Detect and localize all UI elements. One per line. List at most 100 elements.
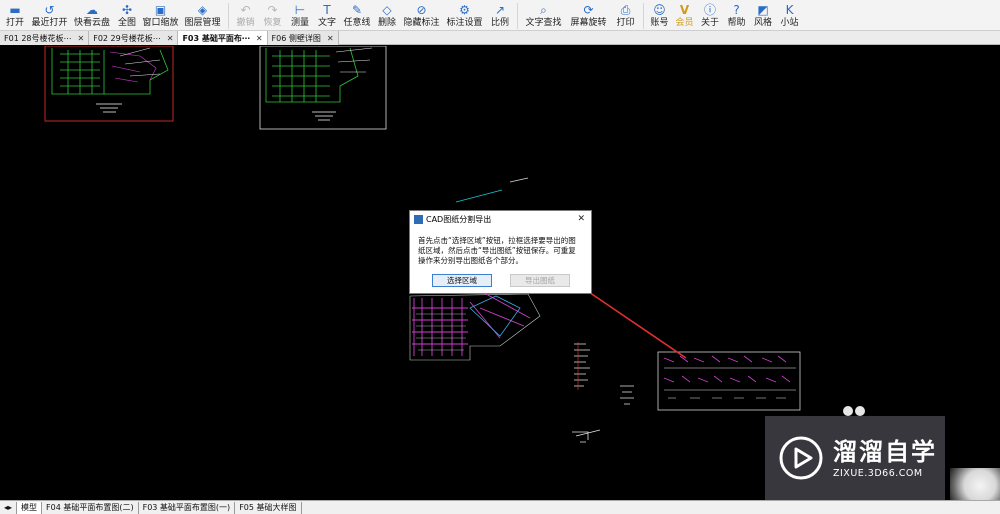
toolbar-button-label: 窗口缩放 bbox=[142, 18, 179, 28]
toolbar-button-6[interactable]: ◈ 图层管理 bbox=[180, 0, 225, 31]
layout-nav-arrows[interactable]: ◂▸ bbox=[0, 501, 18, 514]
toolbar-button-label: 删除 bbox=[377, 18, 396, 28]
main-toolbar: ▬ 打开 ↺ 最近打开 ☁ 快看云盘 ✣ 全图 ▣ 窗口缩放 ◈ 图层管理 ↶ 撤销 ↷ 恢复 ⊢ 测量 T 文字 ✎ 任… bbox=[0, 0, 1000, 31]
vip-icon: V bbox=[679, 3, 690, 17]
fit-all-icon: ✣ bbox=[121, 3, 133, 17]
scale-icon: ↗ bbox=[494, 3, 506, 17]
toolbar-button-22[interactable]: ? 帮助 bbox=[723, 0, 750, 31]
toolbar-button-12[interactable]: ◇ 删除 bbox=[374, 0, 400, 31]
tab-f06[interactable]: F06 侧壁详图 ✕ bbox=[267, 31, 339, 45]
toolbar-button-5[interactable]: ▣ 窗口缩放 bbox=[141, 0, 180, 31]
hide-annotation-icon: ⊘ bbox=[416, 3, 427, 17]
user-icon: ☺ bbox=[653, 3, 666, 17]
detail-sheet bbox=[657, 351, 801, 411]
toolbar-button-17[interactable]: ⟳ 屏幕旋转 bbox=[566, 0, 611, 31]
toolbar-button-2[interactable]: ↺ 最近打开 bbox=[28, 0, 71, 31]
text-icon: T bbox=[323, 3, 331, 17]
layout-tab-f03[interactable]: F03 基础平面布置图(一) bbox=[139, 501, 236, 514]
toolbar-button-label: 撤销 bbox=[236, 18, 255, 28]
toolbar-button-label: 快看云盘 bbox=[73, 18, 110, 28]
tab-label: F06 侧壁详图 bbox=[271, 33, 321, 43]
toolbar-button-13[interactable]: ⊘ 隐藏标注 bbox=[400, 0, 443, 31]
dialog-titlebar: CAD图纸分割导出 bbox=[410, 211, 591, 228]
toolbar-button-label: 帮助 bbox=[727, 18, 746, 28]
history-icon: ↺ bbox=[44, 3, 55, 17]
toolbar-button-11[interactable]: ✎ 任意线 bbox=[340, 0, 374, 31]
toolbar-button-24[interactable]: K 小站 bbox=[776, 0, 803, 31]
window-zoom-icon: ▣ bbox=[154, 3, 167, 17]
toolbar-button-label: 风格 bbox=[753, 18, 772, 28]
help-icon: ? bbox=[733, 3, 740, 17]
layout-tab-model[interactable]: 模型 bbox=[17, 501, 43, 514]
layout-tabs: ◂▸ 模型 F04 基础平面布置图(二) F03 基础平面布置图(一) F05 … bbox=[0, 500, 1000, 514]
tab-f01[interactable]: F01 28号楼花板⋯ ✕ bbox=[0, 31, 90, 45]
layout-tab-f05[interactable]: F05 基础大样图 bbox=[235, 501, 302, 514]
toolbar-button-20[interactable]: V 会员 bbox=[672, 0, 697, 31]
toolbar-button-label: 账号 bbox=[650, 18, 669, 28]
toolbar-button-3[interactable]: ☁ 快看云盘 bbox=[71, 0, 113, 31]
toolbar-button-label: 比例 bbox=[490, 18, 509, 28]
main-floor-plan bbox=[409, 293, 541, 361]
tab-f02[interactable]: F02 29号楼花板⋯ ✕ bbox=[89, 31, 179, 45]
toolbar-button-19[interactable]: ☺ 账号 bbox=[647, 0, 672, 31]
layers-icon: ◈ bbox=[197, 3, 208, 17]
play-logo-icon bbox=[779, 436, 823, 480]
printer-icon: ⎙ bbox=[620, 3, 631, 17]
pencil-icon: ✎ bbox=[351, 3, 363, 17]
toolbar-separator bbox=[643, 3, 644, 29]
toolbar-button-label: 文字查找 bbox=[525, 18, 562, 28]
toolbar-separator bbox=[228, 3, 229, 29]
detail-cluster-2 bbox=[572, 385, 634, 443]
close-icon[interactable]: ✕ bbox=[167, 32, 174, 45]
toolbar-button-label: 全图 bbox=[117, 18, 136, 28]
dialog-title: CAD图纸分割导出 bbox=[426, 215, 492, 224]
split-export-dialog: CAD图纸分割导出 ✕ 首先点击“选择区域”按钮，拉框选择要导出的图纸区域，然后… bbox=[409, 210, 592, 294]
tab-label: F02 29号楼花板⋯ bbox=[93, 33, 161, 43]
close-icon[interactable]: ✕ bbox=[78, 32, 85, 45]
watermark-name: 溜溜自学 bbox=[833, 437, 937, 466]
toolbar-button-label: 屏幕旋转 bbox=[570, 18, 607, 28]
tab-label: F01 28号楼花板⋯ bbox=[4, 33, 72, 43]
watermark-url: ZIXUE.3D66.COM bbox=[833, 467, 923, 479]
toolbar-button-label: 文字 bbox=[317, 18, 336, 28]
close-icon[interactable]: ✕ bbox=[327, 32, 334, 45]
close-icon[interactable]: ✕ bbox=[577, 214, 585, 224]
toolbar-button-23[interactable]: ◩ 风格 bbox=[750, 0, 776, 31]
drawing-thumbnail-1 bbox=[44, 45, 174, 122]
toolbar-button-9[interactable]: ⊢ 测量 bbox=[286, 0, 314, 31]
select-area-button[interactable]: 选择区域 bbox=[432, 274, 492, 287]
find-text-icon: ⌕ bbox=[540, 3, 547, 17]
toolbar-button-8[interactable]: ↷ 恢复 bbox=[259, 0, 286, 31]
app-icon bbox=[414, 215, 423, 224]
drawing-thumbnail-2 bbox=[259, 45, 387, 130]
toolbar-button-16[interactable]: ⌕ 文字查找 bbox=[521, 0, 566, 31]
toolbar-button-1[interactable]: ▬ 打开 bbox=[2, 0, 28, 31]
toolbar-button-10[interactable]: T 文字 bbox=[314, 0, 340, 31]
toolbar-button-label: 标注设置 bbox=[446, 18, 483, 28]
annotation-settings-icon: ⚙ bbox=[459, 3, 470, 17]
toolbar-button-label: 打开 bbox=[5, 18, 24, 28]
info-icon: ⓘ bbox=[703, 3, 716, 17]
toolbar-button-label: 隐藏标注 bbox=[403, 18, 440, 28]
toolbar-button-7[interactable]: ↶ 撤销 bbox=[232, 0, 259, 31]
document-tabs: F01 28号楼花板⋯ ✕ F02 29号楼花板⋯ ✕ F03 基础平面布⋯ ✕ F0… bbox=[0, 31, 1000, 45]
close-icon[interactable]: ✕ bbox=[256, 32, 263, 45]
detail-cluster-1 bbox=[574, 342, 590, 390]
tab-label: F03 基础平面布⋯ bbox=[182, 33, 250, 43]
folder-open-icon: ▬ bbox=[9, 3, 21, 17]
layout-tab-f04[interactable]: F04 基础平面布置图(二) bbox=[42, 501, 139, 514]
toolbar-button-18[interactable]: ⎙ 打印 bbox=[611, 0, 640, 31]
tab-f03[interactable]: F03 基础平面布⋯ ✕ bbox=[178, 31, 268, 45]
toolbar-button-label: 会员 bbox=[675, 18, 694, 28]
avatar bbox=[950, 468, 1000, 500]
export-drawing-button[interactable]: 导出图纸 bbox=[510, 274, 570, 287]
redo-icon: ↷ bbox=[267, 3, 278, 17]
toolbar-button-label: 图层管理 bbox=[184, 18, 221, 28]
toolbar-button-4[interactable]: ✣ 全图 bbox=[113, 0, 141, 31]
measure-icon: ⊢ bbox=[294, 3, 306, 17]
toolbar-button-21[interactable]: ⓘ 关于 bbox=[697, 0, 723, 31]
toolbar-separator bbox=[517, 3, 518, 29]
style-icon: ◩ bbox=[757, 3, 769, 17]
toolbar-button-15[interactable]: ↗ 比例 bbox=[486, 0, 514, 31]
toolbar-button-14[interactable]: ⚙ 标注设置 bbox=[443, 0, 486, 31]
